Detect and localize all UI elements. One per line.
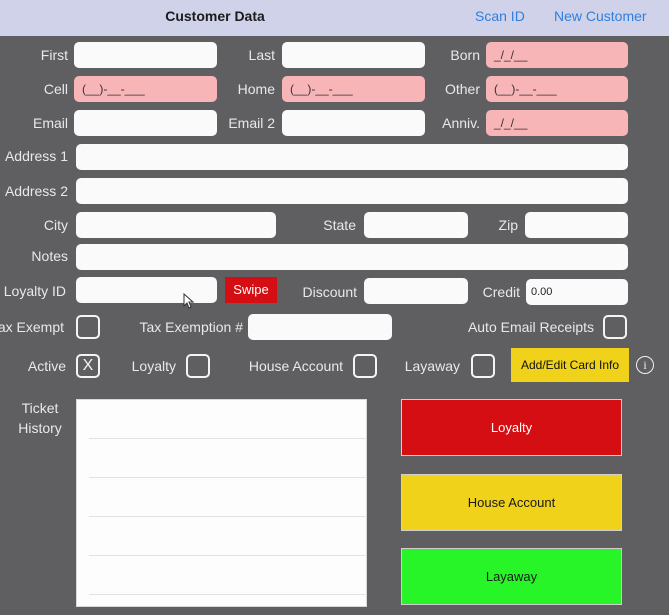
notes-input[interactable] — [76, 244, 628, 270]
other-label: Other — [444, 81, 480, 97]
house-account-checkbox[interactable] — [353, 354, 377, 378]
tax-exemption-number-input[interactable] — [248, 314, 392, 340]
home-phone-input[interactable]: (__)-__-___ — [282, 76, 425, 102]
city-input[interactable] — [76, 212, 276, 238]
list-divider — [89, 516, 367, 517]
first-name-input[interactable] — [74, 42, 217, 68]
active-checkbox[interactable]: X — [76, 354, 100, 378]
credit-input[interactable]: 0.00 — [526, 279, 628, 305]
ticket-history-label: Ticket History — [18, 400, 62, 436]
swipe-button[interactable]: Swipe — [225, 277, 277, 303]
other-phone-input[interactable]: (__)-__-___ — [486, 76, 628, 102]
loyalty-id-label: Loyalty ID — [3, 283, 66, 299]
list-divider — [89, 438, 367, 439]
anniversary-date-input[interactable]: _/_/__ — [486, 110, 628, 136]
active-label: Active — [27, 358, 66, 374]
anniv-label: Anniv. — [442, 115, 480, 131]
born-date-input[interactable]: _/_/__ — [486, 42, 628, 68]
loyalty-tile-button[interactable]: Loyalty — [401, 399, 622, 456]
auto-email-receipts-label: Auto Email Receipts — [467, 319, 594, 335]
cell-label: Cell — [43, 81, 68, 97]
home-label: Home — [237, 81, 275, 97]
layaway-checkbox[interactable] — [471, 354, 495, 378]
last-label: Last — [248, 47, 275, 63]
loyalty-id-input[interactable] — [76, 277, 217, 303]
zip-input[interactable] — [525, 212, 628, 238]
address2-input[interactable] — [76, 178, 628, 204]
add-edit-card-info-button[interactable]: Add/Edit Card Info — [511, 348, 629, 382]
new-customer-link[interactable]: New Customer — [554, 0, 647, 32]
ticket-history-list[interactable] — [76, 399, 367, 607]
list-divider — [89, 477, 367, 478]
address1-input[interactable] — [76, 144, 628, 170]
state-input[interactable] — [364, 212, 468, 238]
city-label: City — [43, 217, 68, 233]
born-label: Born — [450, 47, 480, 63]
house-account-label: House Account — [248, 358, 343, 374]
zip-label: Zip — [498, 217, 518, 233]
loyalty-label: Loyalty — [131, 358, 176, 374]
scan-id-link[interactable]: Scan ID — [475, 0, 525, 32]
list-divider — [89, 555, 367, 556]
credit-label: Credit — [482, 284, 520, 300]
list-divider — [89, 594, 367, 595]
cell-phone-input[interactable]: (__)-__-___ — [74, 76, 217, 102]
loyalty-checkbox[interactable] — [186, 354, 210, 378]
first-label: First — [40, 47, 68, 63]
email-label: Email — [32, 115, 68, 131]
tax-exempt-checkbox[interactable] — [76, 315, 100, 339]
mouse-cursor-icon — [183, 293, 195, 309]
last-name-input[interactable] — [282, 42, 425, 68]
info-icon[interactable]: i — [636, 356, 654, 374]
tax-exemption-number-label: Tax Exemption # — [139, 319, 244, 335]
layaway-tile-button[interactable]: Layaway — [401, 548, 622, 605]
email2-label: Email 2 — [228, 115, 275, 131]
address1-label: Address 1 — [4, 148, 68, 164]
house-account-tile-button[interactable]: House Account — [401, 474, 622, 531]
email2-input[interactable] — [282, 110, 425, 136]
auto-email-receipts-checkbox[interactable] — [603, 315, 627, 339]
layaway-label: Layaway — [404, 358, 460, 374]
address2-label: Address 2 — [4, 183, 68, 199]
notes-label: Notes — [31, 248, 68, 264]
email-input[interactable] — [74, 110, 217, 136]
discount-label: Discount — [302, 284, 357, 300]
page-title: Customer Data — [165, 8, 265, 24]
state-label: State — [323, 217, 356, 233]
tax-exempt-label: Tax Exempt — [0, 319, 64, 335]
discount-input[interactable] — [364, 278, 468, 304]
